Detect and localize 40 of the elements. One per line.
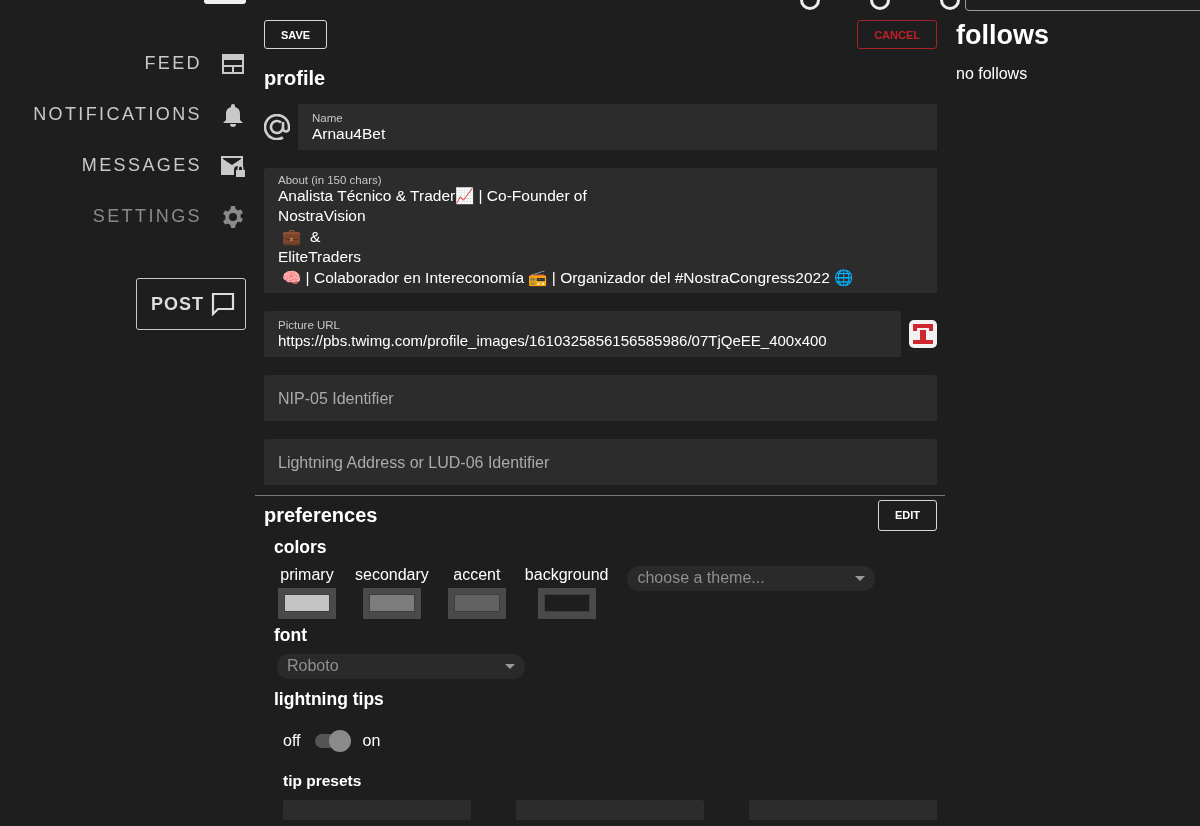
toggle-label: off [283, 731, 301, 750]
color-label: primary [280, 565, 334, 584]
subsection-title: colors [274, 536, 328, 558]
color-label: background [524, 565, 609, 584]
edit-button[interactable]: EDIT [877, 499, 937, 531]
nav-item[interactable]: NOTIFICATIONS [33, 89, 246, 140]
picture-url-field[interactable]: Picture URL https://pbs.twimg.com/profile_images/1610325856156585986/07TjQeEE_400x400 [264, 311, 901, 357]
caret-icon [505, 663, 515, 669]
about-field[interactable]: About (in 150 chars) Analista Técnico & Trader📈 | Co-Founder of NostraVision 💼 & EliteTraders 🧠 | Colaborador en Intereconomía 📻 | Organizador del #NostraCongress2022 🌐 [264, 167, 937, 293]
comment-icon [211, 292, 235, 316]
nav-item[interactable]: MESSAGES [81, 140, 246, 191]
toggle-label: on [362, 731, 381, 750]
settings-icon [220, 204, 246, 229]
nav-item[interactable]: SETTINGS [92, 191, 246, 242]
save-button[interactable]: SAVE [264, 20, 328, 49]
at-sign-icon [264, 113, 290, 140]
section-title: preferences [264, 503, 378, 527]
name-field[interactable]: Name Arnau4Bet [298, 104, 937, 150]
color-swatch[interactable] [362, 587, 421, 619]
color-label: secondary [355, 565, 429, 584]
empty-message: no follows [956, 65, 1029, 83]
nip05-field[interactable]: NIP-05 Identifier [264, 374, 937, 421]
caret-icon [855, 575, 866, 581]
color-swatch[interactable] [278, 587, 336, 619]
subsection-title: tip presets [283, 771, 363, 790]
color-label: accent [453, 565, 501, 584]
section-title: profile [264, 67, 327, 90]
section-title: follows [956, 20, 1049, 51]
subsection-title: font [274, 624, 309, 646]
image-icon [909, 319, 937, 348]
nav-item[interactable]: FEED [144, 38, 246, 89]
post-button[interactable]: POST [136, 278, 246, 330]
color-swatch[interactable] [447, 587, 506, 619]
feed-icon [220, 52, 246, 75]
color-swatch[interactable] [537, 587, 596, 619]
lightning-address-field[interactable]: Lightning Address or LUD-06 Identifier [264, 438, 937, 485]
subsection-title: lightning tips [274, 688, 385, 710]
mail-lock-icon [220, 154, 246, 177]
font-dropdown[interactable]: Roboto [277, 653, 525, 679]
theme-dropdown[interactable]: choose a theme... [627, 565, 876, 591]
